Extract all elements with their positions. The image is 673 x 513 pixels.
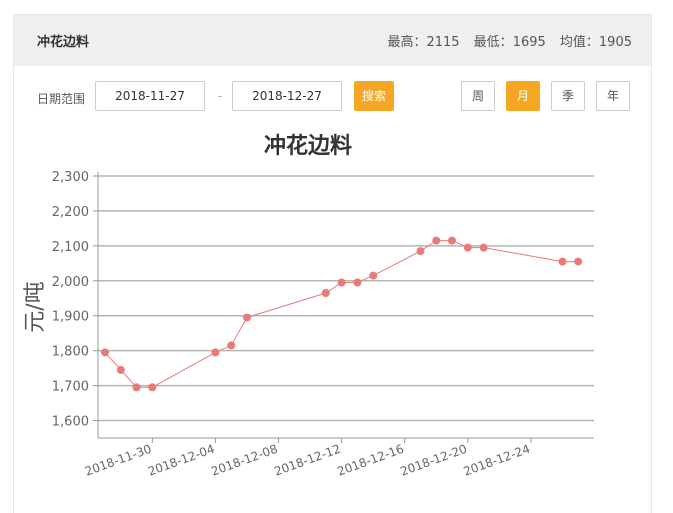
grid-lines [98,175,594,422]
data-point [448,236,456,245]
x-tick-label: 2018-12-16 [335,442,405,479]
data-point [101,348,109,357]
price-line [104,240,579,388]
data-point [574,257,583,266]
x-tick-label: 2018-12-20 [399,442,469,479]
y-tick-label: 1,800 [52,345,89,360]
x-tick-label: 2018-12-04 [146,442,216,479]
x-tick-label: 2018-12-08 [209,442,279,479]
chart-title: 冲花边料 [264,133,352,159]
x-tick-label: 2018-11-30 [83,442,153,479]
y-axis-label: 元/吨 [23,281,48,332]
data-point [369,271,378,280]
y-tick-label: 2,200 [52,205,89,220]
data-point [416,247,425,256]
data-point [227,341,236,350]
x-axis-ticks: 2018-11-302018-12-042018-12-082018-12-12… [83,438,532,479]
x-tick-label: 2018-12-24 [462,442,532,479]
data-point [243,313,251,322]
y-axis-ticks: 1,600 1,700 1,800 1,900 2,000 2,100 2,200 2,300 [52,170,98,430]
data-point [321,289,330,297]
y-tick-label: 1,700 [52,380,89,395]
axes [97,172,594,439]
y-tick-label: 1,900 [52,310,89,325]
data-points [101,236,583,392]
y-tick-label: 1,600 [52,415,89,430]
data-point [558,257,567,266]
y-tick-label: 2,100 [52,240,89,255]
y-tick-label: 2,000 [52,275,89,290]
data-point [337,278,346,287]
x-tick-label: 2018-12-12 [272,442,342,479]
data-point [432,236,441,245]
data-point [116,365,125,374]
series-line [104,240,579,388]
data-point [148,383,157,392]
data-point [463,243,472,252]
price-line-chart: 冲花边料 元/吨 1,600 1,700 1,800 1,900 2,000 2,100 2… [23,133,594,479]
y-tick-label: 2,300 [52,170,89,185]
data-point [211,348,220,357]
data-point [132,383,141,392]
data-point [479,243,488,252]
data-point [353,278,362,287]
